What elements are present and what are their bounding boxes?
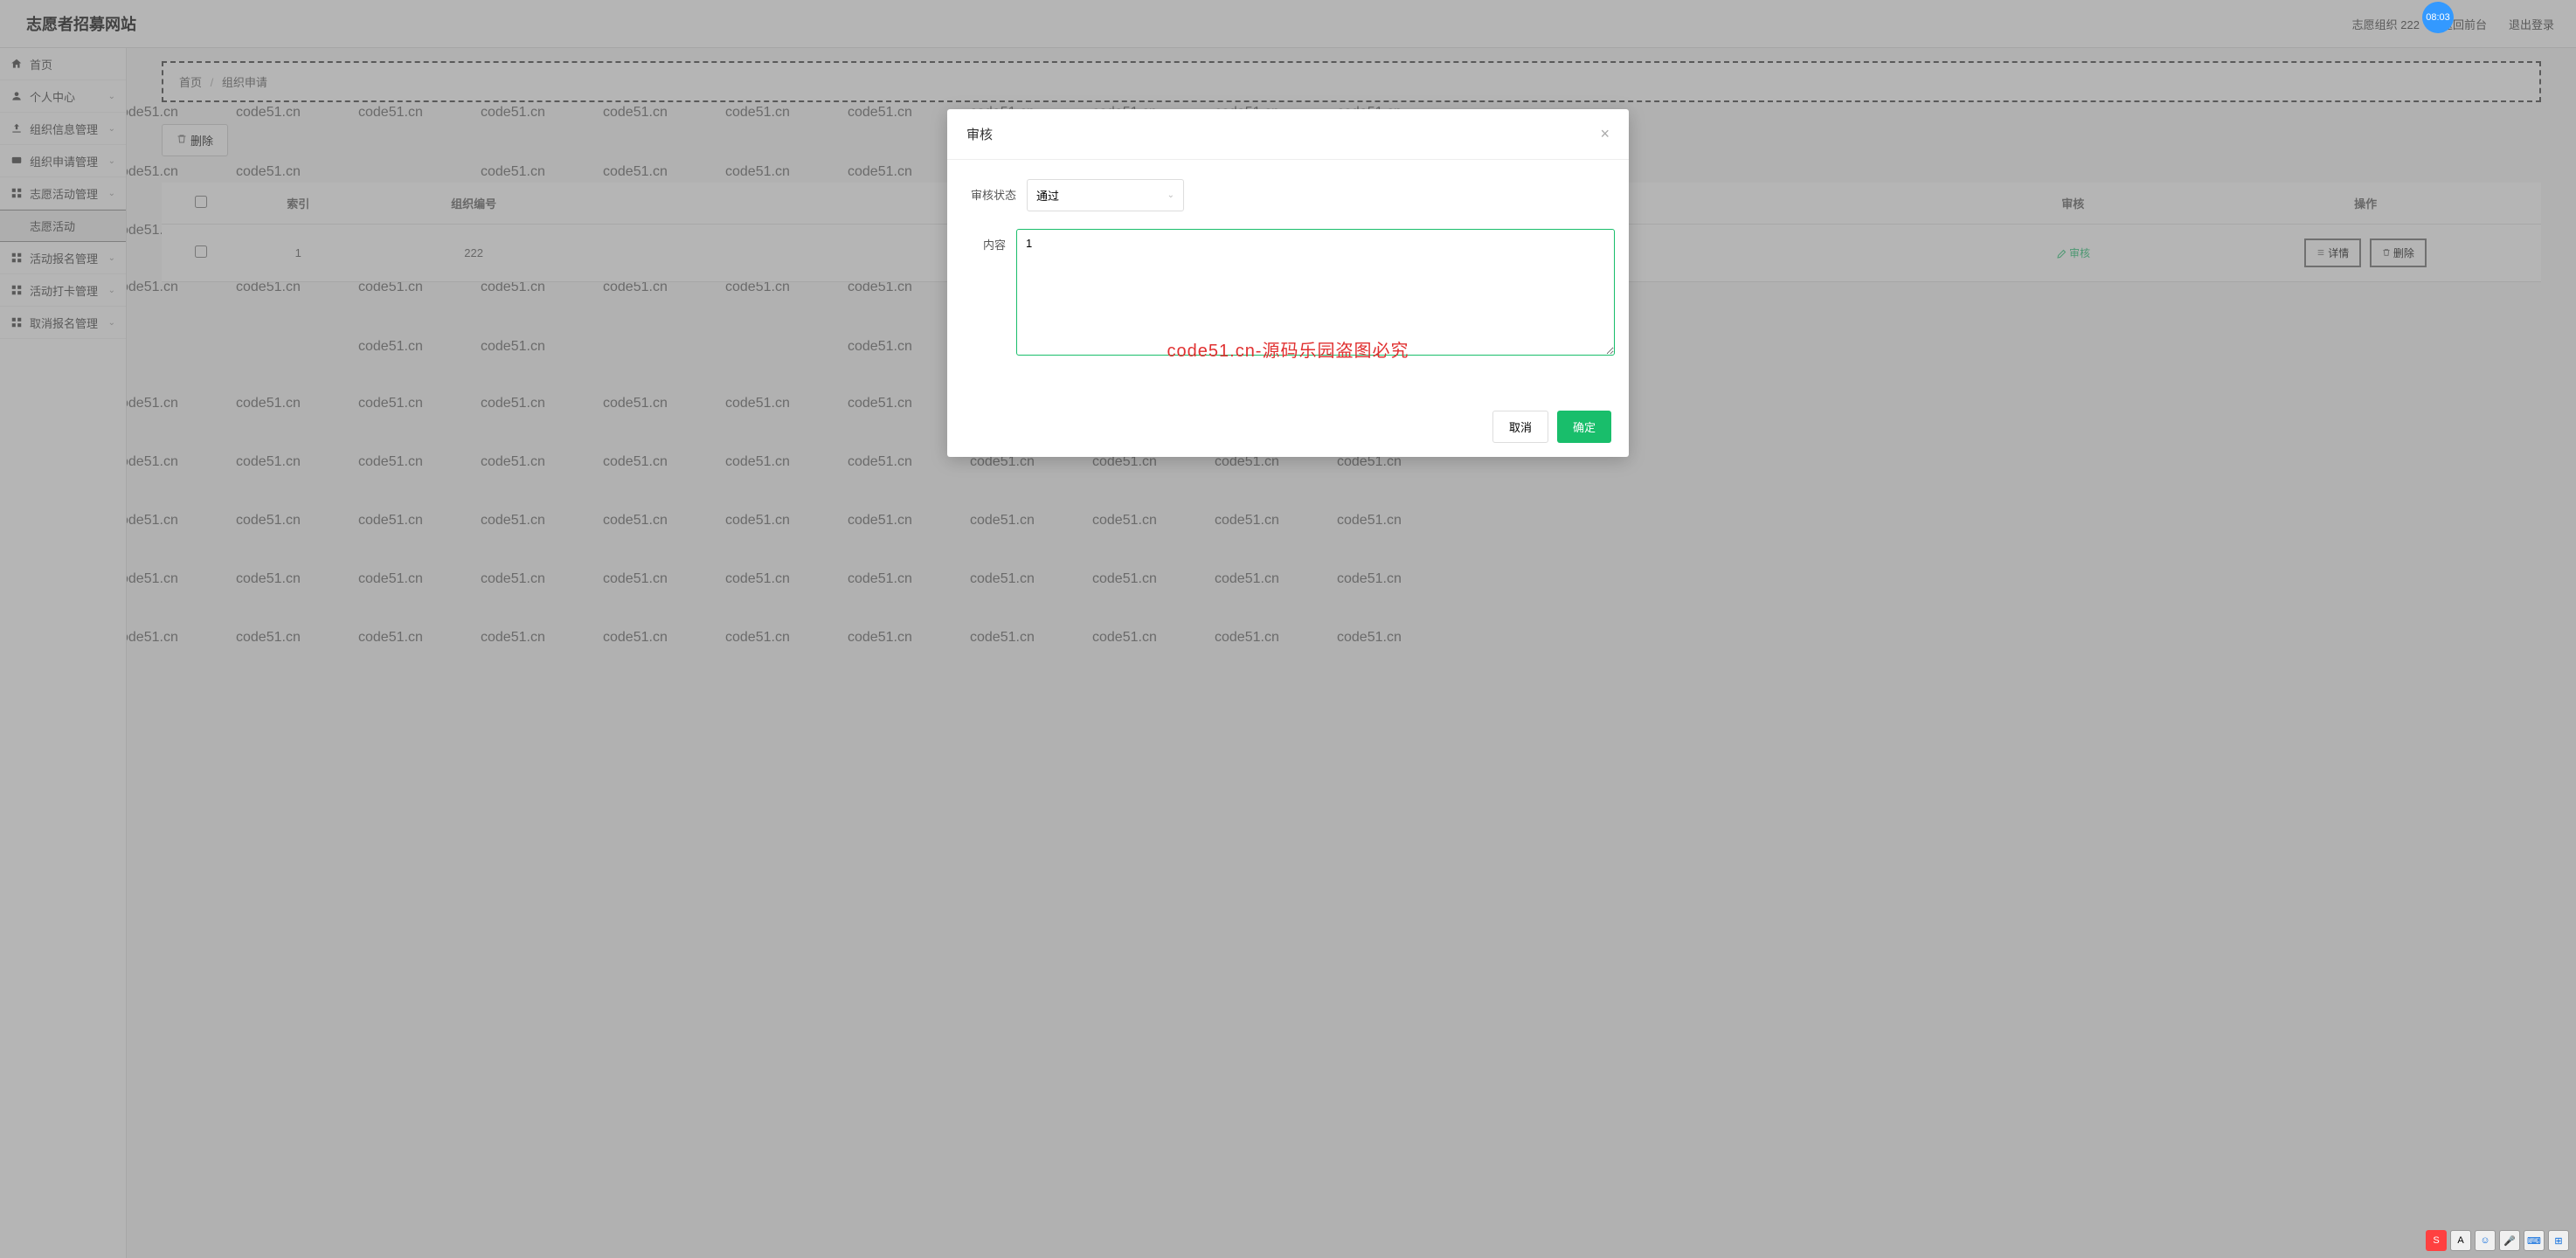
status-select[interactable]: 通过 ⌄ bbox=[1027, 179, 1184, 211]
modal-close-button[interactable]: × bbox=[1600, 125, 1610, 143]
ime-keyboard-icon[interactable]: ⌨ bbox=[2524, 1230, 2545, 1251]
ime-menu-icon[interactable]: ⊞ bbox=[2548, 1230, 2569, 1251]
time-badge: 08:03 bbox=[2422, 2, 2454, 33]
status-label: 审核状态 bbox=[961, 179, 1027, 211]
ime-mic-icon[interactable]: 🎤 bbox=[2499, 1230, 2520, 1251]
ime-sogou-icon[interactable]: S bbox=[2426, 1230, 2447, 1251]
content-textarea[interactable] bbox=[1016, 229, 1615, 356]
review-modal: 审核 × 审核状态 通过 ⌄ 内容 取消 确定 bbox=[947, 109, 1629, 457]
confirm-button[interactable]: 确定 bbox=[1557, 411, 1611, 443]
cancel-button[interactable]: 取消 bbox=[1492, 411, 1548, 443]
content-label: 内容 bbox=[961, 229, 1016, 360]
chevron-down-icon: ⌄ bbox=[1167, 190, 1174, 200]
modal-title: 审核 bbox=[966, 125, 993, 143]
ime-toolbar: S A ☺ 🎤 ⌨ ⊞ bbox=[2426, 1230, 2569, 1251]
ime-emoji-icon[interactable]: ☺ bbox=[2475, 1230, 2496, 1251]
ime-lang-toggle[interactable]: A bbox=[2450, 1230, 2471, 1251]
status-value: 通过 bbox=[1036, 187, 1059, 204]
